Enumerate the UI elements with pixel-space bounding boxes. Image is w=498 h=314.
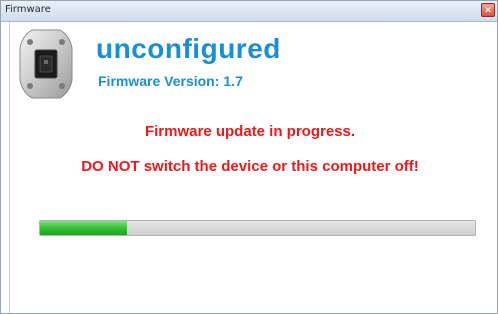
progress-bar bbox=[39, 220, 476, 236]
device-name: unconfigured bbox=[96, 33, 281, 64]
update-status-message: Firmware update in progress. bbox=[144, 123, 356, 140]
firmware-version-value: 1.7 bbox=[223, 73, 243, 89]
firmware-window: Firmware ✕ unconfigured Firmware Version… bbox=[0, 0, 498, 314]
progress-bar-fill bbox=[40, 221, 127, 235]
firmware-version-label: Firmware Version: bbox=[98, 73, 220, 89]
close-button[interactable]: ✕ bbox=[481, 3, 495, 17]
device-icon bbox=[19, 29, 73, 99]
title-bar[interactable]: Firmware ✕ bbox=[1, 1, 497, 22]
window-title: Firmware bbox=[5, 4, 51, 15]
power-off-warning: DO NOT switch the device or this compute… bbox=[81, 158, 419, 175]
firmware-version: Firmware Version: 1.7 bbox=[98, 73, 243, 89]
